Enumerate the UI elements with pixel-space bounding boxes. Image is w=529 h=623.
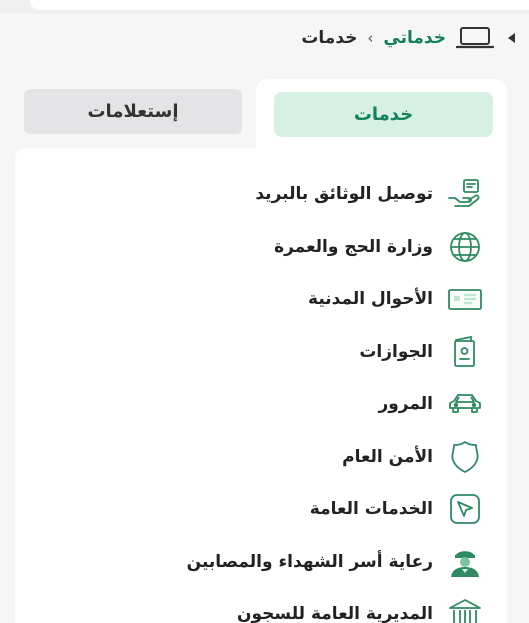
- service-item-civil-affairs[interactable]: الأحوال المدنية: [187, 273, 485, 326]
- car-icon: [445, 384, 485, 424]
- service-label: توصيل الوثائق بالبريد: [255, 184, 433, 205]
- service-item-martyrs-families[interactable]: رعاية أسر الشهداء والمصابين: [187, 536, 485, 589]
- service-label: الأحوال المدنية: [308, 289, 433, 310]
- service-label: وزارة الحج والعمرة: [274, 236, 433, 257]
- services-panel: توصيل الوثائق بالبريد وزارة الحج والعمرة: [15, 148, 507, 623]
- service-item-hajj-umrah[interactable]: وزارة الحج والعمرة: [187, 221, 485, 274]
- globe-icon: [445, 227, 485, 267]
- breadcrumb-current: خدمات: [301, 28, 358, 48]
- id-card-icon: [445, 279, 485, 319]
- service-label: رعاية أسر الشهداء والمصابين: [186, 551, 433, 572]
- services-list: توصيل الوثائق بالبريد وزارة الحج والعمرة: [187, 168, 485, 623]
- service-label: المرور: [378, 394, 433, 415]
- service-item-general-services[interactable]: الخدمات العامة: [187, 483, 485, 536]
- shield-icon: [445, 437, 485, 477]
- building-icon: [445, 594, 485, 623]
- tab-inquiries[interactable]: إستعلامات: [24, 89, 242, 134]
- breadcrumb-separator: ›: [367, 29, 374, 47]
- service-label: الأمن العام: [342, 446, 433, 467]
- tab-services[interactable]: خدمات: [274, 92, 493, 137]
- service-item-documents-delivery[interactable]: توصيل الوثائق بالبريد: [187, 168, 485, 221]
- laptop-icon: [456, 27, 495, 49]
- service-item-traffic[interactable]: المرور: [187, 378, 485, 431]
- collapse-arrow-icon[interactable]: [508, 33, 515, 43]
- hand-card-icon: [445, 174, 485, 214]
- service-item-public-security[interactable]: الأمن العام: [187, 431, 485, 484]
- cursor-icon: [445, 489, 485, 529]
- breadcrumb-parent-link[interactable]: خدماتي: [383, 28, 446, 48]
- service-label: الخدمات العامة: [309, 499, 433, 520]
- breadcrumb: خدماتي › خدمات: [301, 24, 515, 52]
- service-item-passports[interactable]: الجوازات: [187, 326, 485, 379]
- service-label: المديرية العامة للسجون: [237, 604, 433, 623]
- service-label: الجوازات: [359, 341, 433, 362]
- passport-icon: [445, 332, 485, 372]
- soldier-icon: [445, 542, 485, 582]
- top-strip: [0, 0, 529, 14]
- service-item-prisons-directorate[interactable]: المديرية العامة للسجون: [187, 588, 485, 623]
